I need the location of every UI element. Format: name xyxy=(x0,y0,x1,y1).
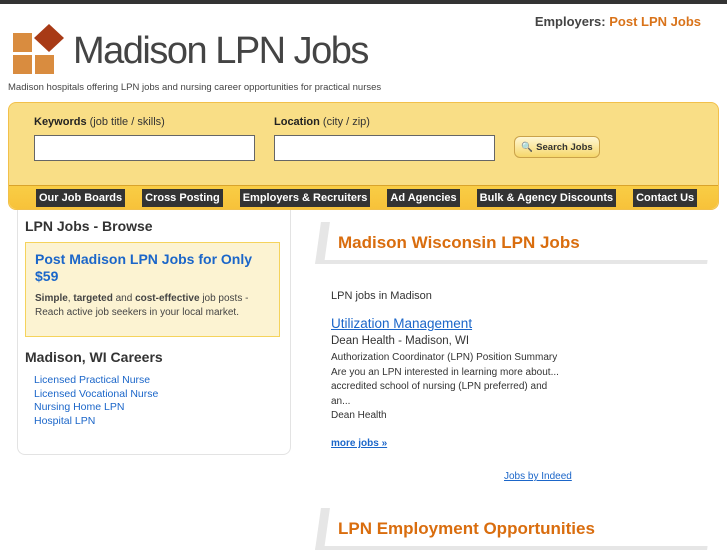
nav-contact-us[interactable]: Contact Us xyxy=(633,188,698,207)
job-source: Dean Health xyxy=(331,410,387,421)
more-jobs-link[interactable]: more jobs » xyxy=(331,438,387,449)
nav-bulk-discounts[interactable]: Bulk & Agency Discounts xyxy=(476,188,617,207)
section-title: Madison Wisconsin LPN Jobs xyxy=(338,233,580,252)
tagline: Madison hospitals offering LPN jobs and … xyxy=(8,82,382,93)
nav-employers-recruiters[interactable]: Employers & Recruiters xyxy=(239,188,371,207)
promo-text: Simple, targeted and cost-effective job … xyxy=(35,293,249,318)
job-title-link[interactable]: Utilization Management xyxy=(331,316,472,331)
career-link[interactable]: Hospital LPN xyxy=(34,415,158,429)
main-nav: Our Job Boards Cross Posting Employers &… xyxy=(9,185,718,209)
career-link[interactable]: Licensed Vocational Nurse xyxy=(34,388,158,402)
site-title[interactable]: Madison LPN Jobs xyxy=(73,30,369,73)
job-description: Authorization Coordinator (LPN) Position… xyxy=(331,351,559,424)
section-title: LPN Employment Opportunities xyxy=(338,519,595,538)
search-button-label: Search Jobs xyxy=(536,141,593,153)
sidebar-heading: LPN Jobs - Browse xyxy=(25,218,153,234)
career-link[interactable]: Nursing Home LPN xyxy=(34,401,158,415)
careers-list: Licensed Practical Nurse Licensed Vocati… xyxy=(34,374,158,429)
employers-link-row: Employers: Post LPN Jobs xyxy=(535,14,701,29)
search-jobs-button[interactable]: 🔍 Search Jobs xyxy=(514,136,600,158)
magnifier-icon: 🔍 xyxy=(521,141,534,153)
intro-text: LPN jobs in Madison xyxy=(331,290,432,302)
section-header: LPN Employment Opportunities xyxy=(315,508,713,550)
nav-our-job-boards[interactable]: Our Job Boards xyxy=(36,188,126,207)
careers-heading: Madison, WI Careers xyxy=(25,349,163,365)
location-input[interactable] xyxy=(274,135,495,161)
post-lpn-jobs-link[interactable]: Post LPN Jobs xyxy=(609,14,701,29)
promo-title[interactable]: Post Madison LPN Jobs for Only $59 xyxy=(35,251,270,285)
promo-box: Post Madison LPN Jobs for Only $59 Simpl… xyxy=(25,242,280,337)
career-link[interactable]: Licensed Practical Nurse xyxy=(34,374,158,388)
section-header: Madison Wisconsin LPN Jobs xyxy=(315,222,713,264)
job-company: Dean Health - Madison, WI xyxy=(331,335,470,347)
employers-label: Employers: xyxy=(534,14,606,29)
location-label: Location (city / zip) xyxy=(274,116,370,128)
keywords-label: Keywords (job title / skills) xyxy=(34,116,165,128)
search-panel: Keywords (job title / skills) Location (… xyxy=(8,102,719,210)
top-bar xyxy=(0,0,727,4)
logo-icon xyxy=(13,24,64,74)
keywords-input[interactable] xyxy=(34,135,255,161)
jobs-by-indeed-link[interactable]: Jobs by Indeed xyxy=(504,471,572,482)
nav-ad-agencies[interactable]: Ad Agencies xyxy=(387,188,460,207)
nav-cross-posting[interactable]: Cross Posting xyxy=(142,188,223,207)
